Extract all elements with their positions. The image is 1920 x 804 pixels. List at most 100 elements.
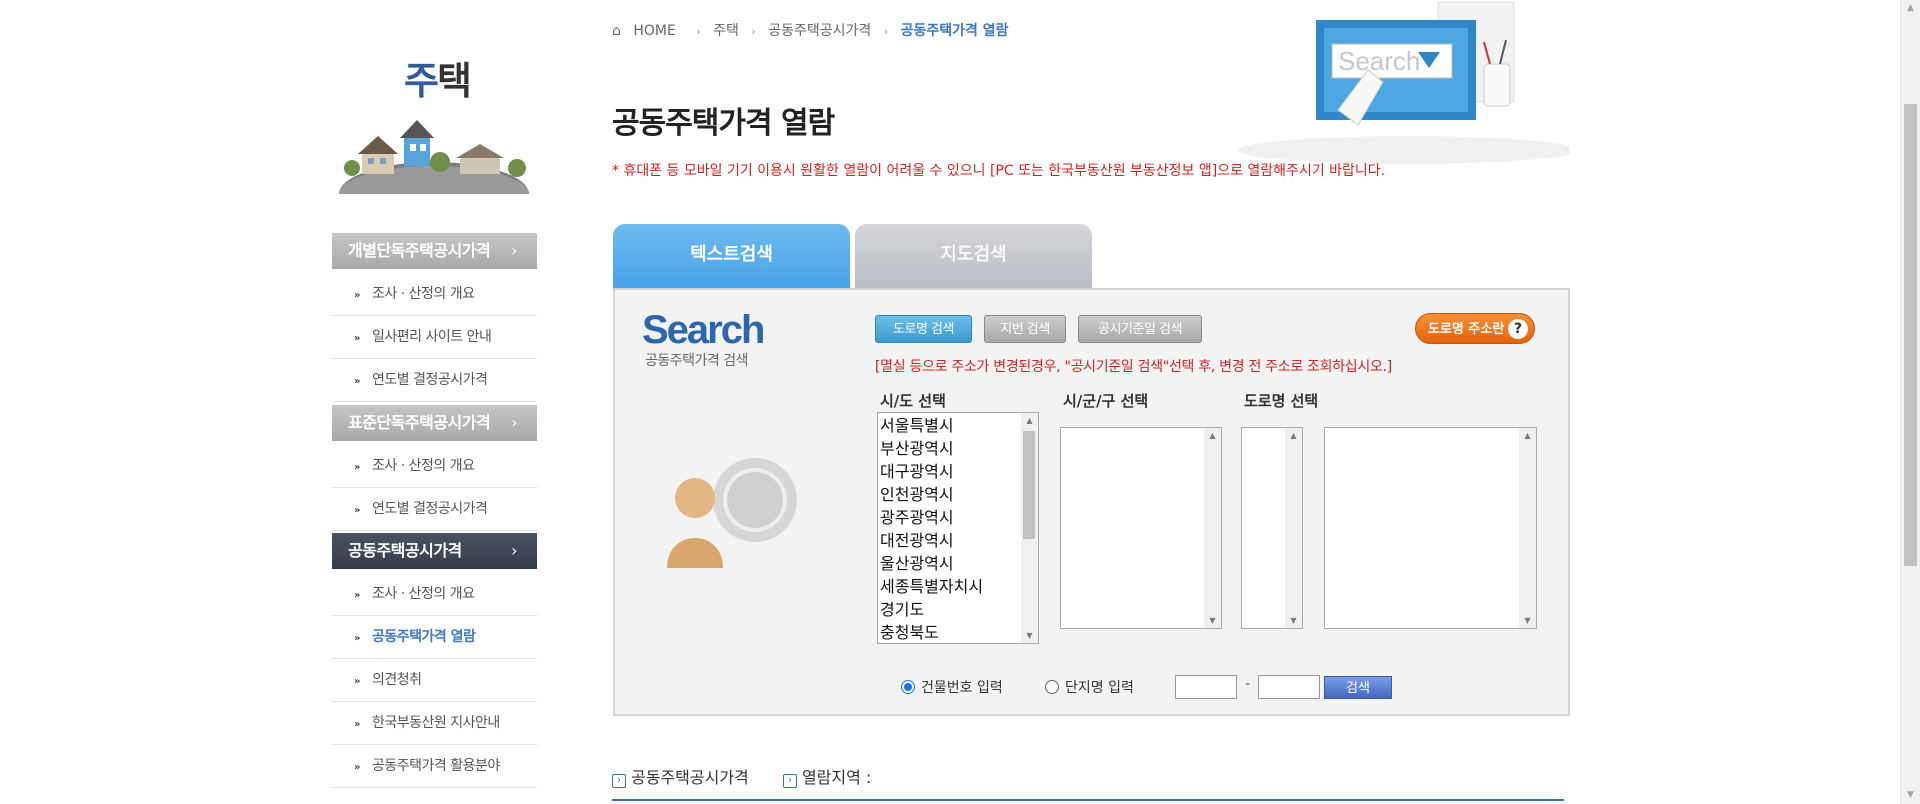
radio-building-number[interactable]: 건물번호 입력 [901, 677, 1003, 697]
search-panel: Search 공동주택가격 검색 도로명 검색 지번 검색 공시기준일 검색 도… [613, 288, 1570, 716]
help-icon: ? [1508, 319, 1528, 339]
menu-item-apartment-view[interactable]: » 공동주택가격 열람 [332, 616, 537, 659]
sido-scrollbar[interactable]: ▲ ▼ [1021, 413, 1038, 643]
scroll-down-icon[interactable]: ▼ [1901, 787, 1920, 804]
sido-options: 서울특별시 부산광역시 대구광역시 인천광역시 광주광역시 대전광역시 울산광역… [878, 413, 1038, 643]
road-name-select[interactable]: ▲ ▼ [1324, 427, 1537, 629]
scroll-thumb[interactable] [1904, 104, 1917, 566]
sido-option[interactable]: 인천광역시 [880, 483, 1038, 506]
arrow-box-icon: › [612, 774, 626, 788]
sigungu-select[interactable]: ▲ ▼ [1060, 427, 1222, 629]
page-title: 공동주택가격 열람 [612, 106, 835, 141]
menu-item-individual-overview[interactable]: » 조사 · 산정의 개요 [332, 273, 537, 316]
search-hero-illustration: Search [1238, 1, 1570, 164]
bullet-icon: » [354, 633, 360, 644]
road-name-scrollbar[interactable]: ▲ ▼ [1519, 428, 1536, 628]
sido-option[interactable]: 광주광역시 [880, 506, 1038, 529]
scroll-up-icon[interactable]: ▲ [1901, 0, 1920, 17]
search-logo-subtitle: 공동주택가격 검색 [645, 353, 749, 369]
bullet-icon: » [354, 719, 360, 730]
sigungu-label: 시/군/구 선택 [1063, 392, 1149, 410]
menu-apartment-price[interactable]: 공동주택공시가격 › [332, 533, 537, 569]
menu-item-standard-overview[interactable]: » 조사 · 산정의 개요 [332, 445, 537, 488]
sido-option[interactable]: 대전광역시 [880, 529, 1038, 552]
result-region-label: 열람지역 : [801, 768, 872, 787]
sido-option[interactable]: 충청북도 [880, 621, 1038, 643]
lot-number-search-button[interactable]: 지번 검색 [984, 315, 1066, 343]
sido-option[interactable]: 서울특별시 [880, 414, 1038, 437]
sido-option[interactable]: 울산광역시 [880, 552, 1038, 575]
road-initial-select[interactable]: ▲ ▼ [1241, 427, 1303, 629]
chevron-right-icon: › [511, 541, 517, 560]
building-number-main-input[interactable] [1175, 675, 1237, 699]
menu-item-price-usage[interactable]: » 공동주택가격 활용분야 [332, 745, 537, 788]
scroll-down-icon[interactable]: ▼ [1204, 613, 1221, 628]
sido-option[interactable]: 대구광역시 [880, 460, 1038, 483]
sido-option[interactable]: 경기도 [880, 598, 1038, 621]
sidebar-title: 주택 [404, 59, 472, 103]
radio-selected[interactable] [901, 680, 915, 694]
breadcrumb-sep-icon: › [751, 25, 756, 38]
houses-illustration [339, 120, 529, 194]
scroll-down-icon[interactable]: ▼ [1519, 613, 1536, 628]
search-submit-button[interactable]: 검색 [1324, 676, 1392, 699]
breadcrumb: ⌂ HOME › 주택 › 공동주택공시가격 › 공동주택가격 열람 [612, 20, 1017, 40]
menu-item-branch-guide[interactable]: » 한국부동산원 지사안내 [332, 702, 537, 745]
bullet-icon: » [354, 376, 360, 387]
road-address-button[interactable]: 도로명 주소란? [1415, 313, 1535, 344]
scroll-up-icon[interactable]: ▲ [1285, 428, 1302, 443]
tab-map-search[interactable]: 지도검색 [855, 224, 1092, 289]
bullet-icon: » [354, 590, 360, 601]
sido-select[interactable]: 서울특별시 부산광역시 대구광역시 인천광역시 광주광역시 대전광역시 울산광역… [877, 412, 1039, 644]
bullet-icon: » [354, 505, 360, 516]
bullet-icon: » [354, 762, 360, 773]
base-date-search-button[interactable]: 공시기준일 검색 [1078, 315, 1202, 343]
bullet-icon: » [354, 462, 360, 473]
road-name-search-button[interactable]: 도로명 검색 [875, 315, 972, 343]
search-logo: Search [642, 308, 765, 352]
menu-item-standard-yearly[interactable]: » 연도별 결정공시가격 [332, 488, 537, 531]
arrow-box-icon: › [782, 774, 797, 788]
road-label: 도로명 선택 [1244, 392, 1319, 410]
breadcrumb-sep-icon: › [696, 25, 701, 38]
breadcrumb-current: 공동주택가격 열람 [900, 23, 1009, 39]
breadcrumb-apartment-price[interactable]: 공동주택공시가격 [768, 23, 871, 39]
scroll-thumb[interactable] [1023, 431, 1035, 539]
scroll-up-icon[interactable]: ▲ [1519, 428, 1536, 443]
address-change-warning: [멸실 등으로 주소가 변경된경우, "공시기준일 검색"선택 후, 변경 전 … [875, 359, 1392, 375]
menu-individual-house-price[interactable]: 개별단독주택공시가격 › [332, 233, 537, 269]
building-number-sub-input[interactable] [1258, 675, 1320, 699]
bullet-icon: » [354, 333, 360, 344]
breadcrumb-housing[interactable]: 주택 [713, 23, 739, 39]
menu-standard-house-price[interactable]: 표준단독주택공시가격 › [332, 405, 537, 441]
mobile-notice: * 휴대폰 등 모바일 기기 이용시 원활한 열람이 어려울 수 있으니 [PC… [612, 163, 1386, 179]
home-icon: ⌂ [612, 23, 621, 39]
sigungu-scrollbar[interactable]: ▲ ▼ [1204, 428, 1221, 628]
scroll-down-icon[interactable]: ▼ [1285, 613, 1302, 628]
sido-label: 시/도 선택 [880, 392, 946, 410]
bullet-icon: » [354, 676, 360, 687]
scroll-up-icon[interactable]: ▲ [1021, 413, 1038, 428]
radio-complex-name[interactable]: 단지명 입력 [1045, 677, 1134, 697]
road-initial-scrollbar[interactable]: ▲ ▼ [1285, 428, 1302, 628]
home-link[interactable]: ⌂ HOME [612, 23, 684, 39]
scroll-up-icon[interactable]: ▲ [1204, 428, 1221, 443]
menu-item-apartment-overview[interactable]: » 조사 · 산정의 개요 [332, 573, 537, 616]
chevron-right-icon: › [511, 413, 517, 432]
breadcrumb-sep-icon: › [883, 25, 889, 38]
menu-item-individual-yearly[interactable]: » 연도별 결정공시가격 [332, 359, 537, 402]
result-divider [612, 799, 1564, 801]
radio-unselected[interactable] [1045, 680, 1059, 694]
menu-item-ilsapyeonri-guide[interactable]: » 일사편리 사이트 안내 [332, 316, 537, 359]
menu-item-opinion[interactable]: » 의견청취 [332, 659, 537, 702]
page-scrollbar[interactable]: ▲ ▼ [1900, 0, 1920, 804]
sido-option[interactable]: 세종특별자치시 [880, 575, 1038, 598]
sido-option[interactable]: 부산광역시 [880, 437, 1038, 460]
tab-text-search[interactable]: 텍스트검색 [613, 224, 850, 289]
person-magnifier-illustration [667, 458, 797, 568]
hero-search-text: Search [1338, 46, 1420, 76]
result-header: › 공동주택공시가격 › 열람지역 : [612, 764, 871, 788]
result-category-label: 공동주택공시가격 [631, 768, 749, 787]
chevron-right-icon: › [511, 241, 517, 260]
scroll-down-icon[interactable]: ▼ [1021, 628, 1038, 643]
